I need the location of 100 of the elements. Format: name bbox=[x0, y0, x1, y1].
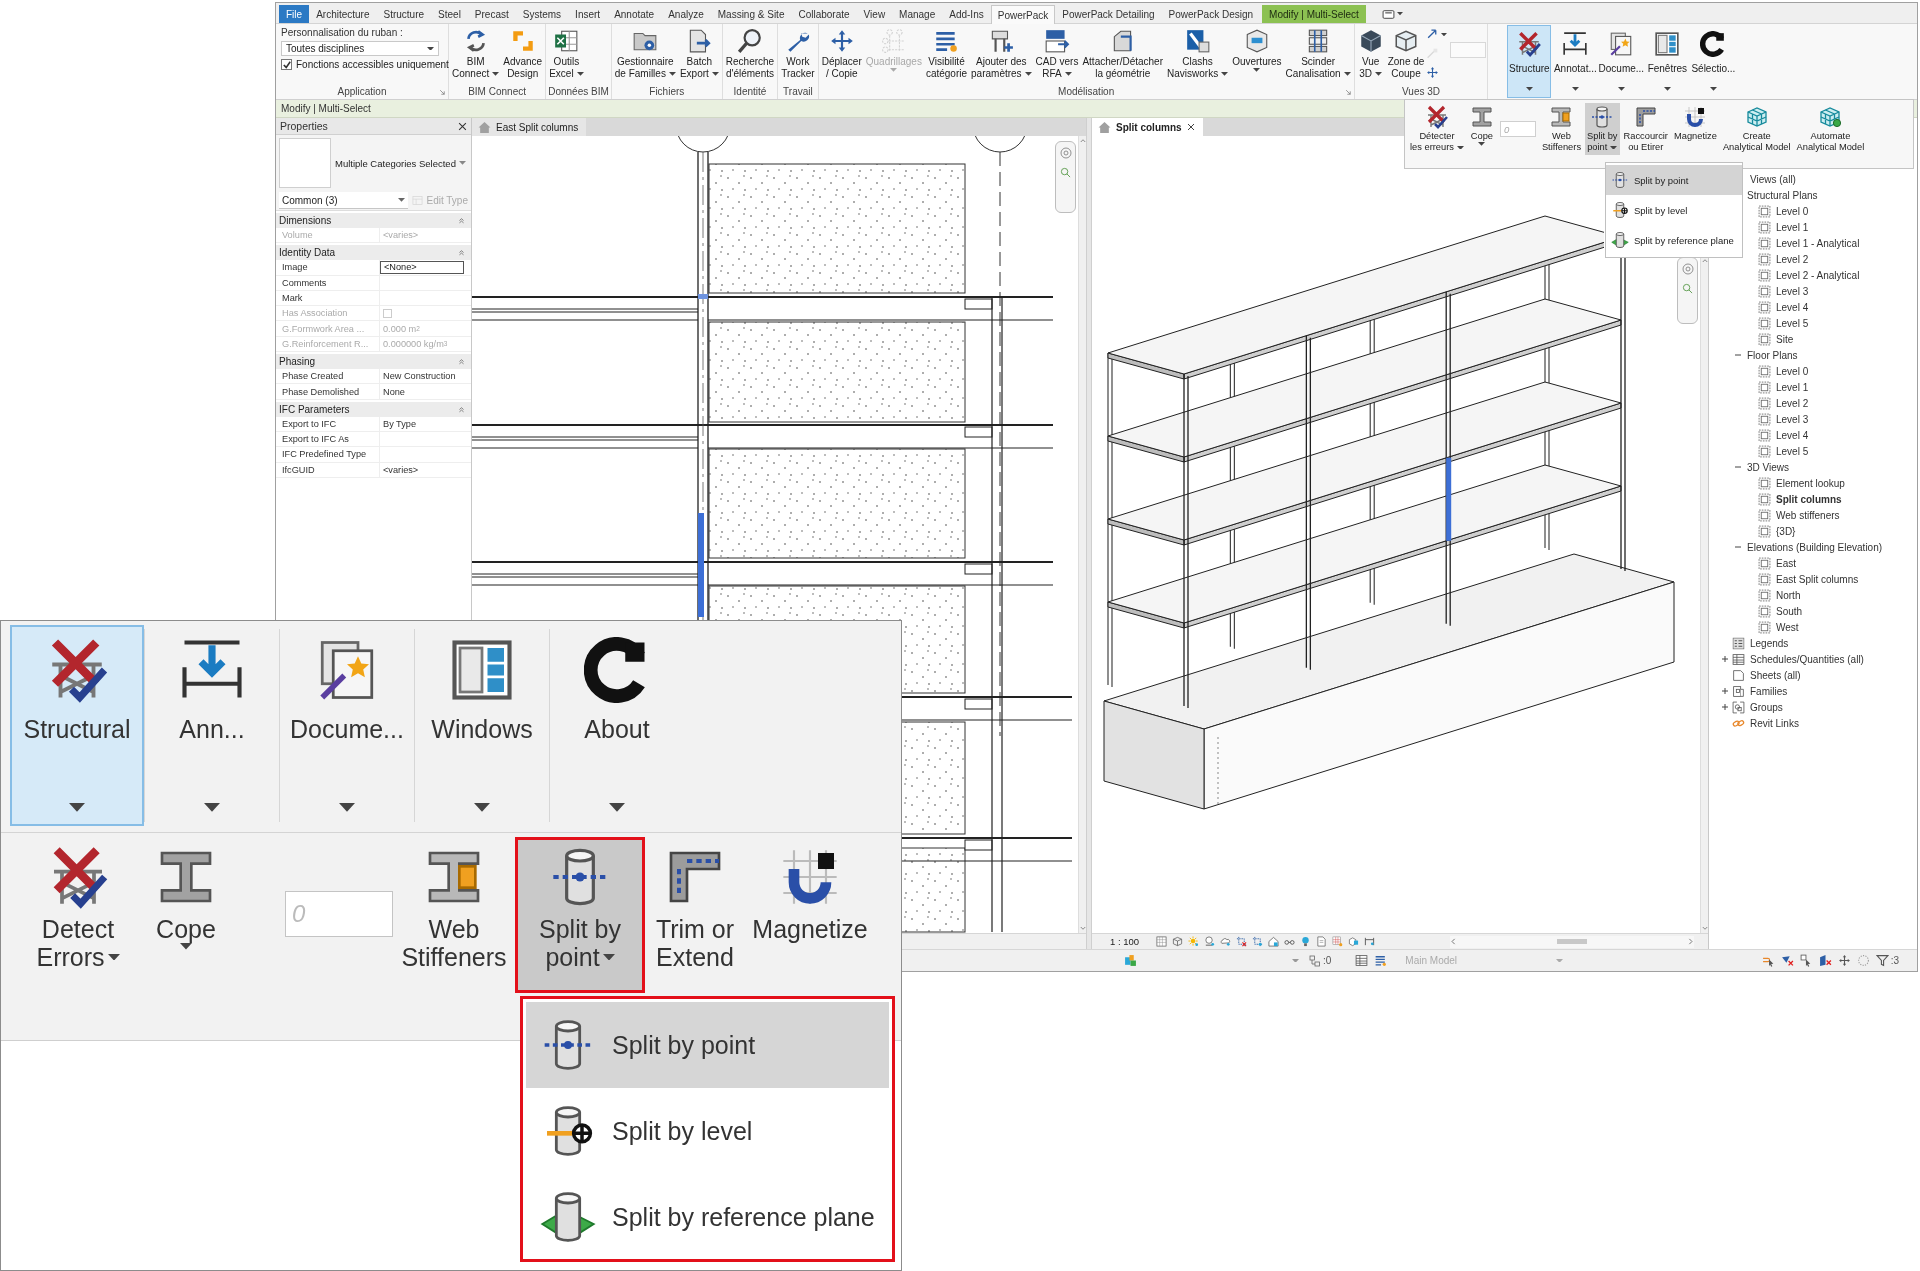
face-x-icon[interactable] bbox=[1818, 954, 1832, 967]
ribbon-button[interactable]: CAD vers RFA bbox=[1033, 26, 1081, 84]
tree-item[interactable]: Sheets (all) bbox=[1750, 669, 1801, 681]
tree-item[interactable]: Level 2 bbox=[1776, 253, 1809, 265]
tree-item[interactable]: Revit Links bbox=[1750, 717, 1799, 729]
ribbon-tab[interactable]: Massing & Site bbox=[710, 5, 792, 23]
ribbon-button[interactable]: Detect Errors bbox=[23, 837, 133, 993]
box-icon[interactable] bbox=[1348, 936, 1360, 947]
tree-item[interactable]: West bbox=[1776, 621, 1799, 633]
dialog-launcher-icon[interactable] bbox=[439, 88, 446, 96]
scroll-right-icon[interactable] bbox=[1687, 938, 1694, 945]
scroll-thumb[interactable] bbox=[1557, 939, 1588, 944]
checkbox-label[interactable]: Fonctions accessibles uniquement bbox=[296, 59, 449, 70]
close-icon[interactable] bbox=[458, 121, 467, 131]
ribbon-tab[interactable]: View bbox=[856, 5, 893, 23]
ribbon-button[interactable]: Trim or Extend bbox=[645, 837, 745, 993]
ribbon-tab[interactable]: PowerPack Design bbox=[1161, 5, 1261, 23]
crop-off-icon[interactable] bbox=[1236, 936, 1248, 947]
dotted-circle-icon[interactable] bbox=[1856, 954, 1870, 967]
ribbon-tab[interactable]: Systems bbox=[515, 5, 569, 23]
menu-item[interactable]: Split by level bbox=[526, 1088, 889, 1174]
document-icon[interactable] bbox=[1316, 936, 1328, 947]
ribbon-button[interactable]: Visibilité catégorie bbox=[923, 26, 970, 84]
ribbon-button[interactable]: Recherche d'éléments bbox=[723, 26, 777, 84]
tree-item[interactable]: East bbox=[1776, 557, 1796, 569]
expand-icon[interactable] bbox=[1721, 703, 1729, 711]
ribbon-button[interactable]: Outils Excel bbox=[547, 26, 586, 84]
wheel-icon[interactable] bbox=[1059, 147, 1072, 159]
cube-icon[interactable] bbox=[1172, 936, 1184, 947]
ribbon-tab[interactable]: Steel bbox=[431, 5, 468, 23]
menu-item[interactable]: Split by reference plane bbox=[526, 1174, 889, 1260]
tree-item[interactable]: Level 5 bbox=[1776, 445, 1809, 457]
move-cursor-icon[interactable] bbox=[1837, 954, 1851, 967]
tree-item[interactable]: Legends bbox=[1750, 637, 1789, 649]
grid-bulb-icon[interactable] bbox=[1332, 936, 1344, 947]
type-selector[interactable]: Multiple Categories Selected bbox=[335, 157, 468, 169]
table-icon[interactable] bbox=[1355, 954, 1369, 967]
collapse-icon[interactable] bbox=[1734, 351, 1742, 359]
tree-item[interactable]: Level 1 bbox=[1776, 381, 1809, 393]
tree-item[interactable]: Element lookup bbox=[1776, 477, 1845, 489]
ribbon-tab[interactable]: Add-Ins bbox=[942, 5, 991, 23]
group-header[interactable]: Phasing bbox=[276, 354, 471, 370]
ribbon-button[interactable]: Gestionnaire de Familles bbox=[612, 26, 678, 84]
tree-item[interactable]: Level 4 bbox=[1776, 301, 1809, 313]
tree-item[interactable]: Level 3 bbox=[1776, 285, 1809, 297]
tree-item[interactable]: Level 4 bbox=[1776, 429, 1809, 441]
ribbon-tab[interactable]: Collaborate bbox=[791, 5, 857, 23]
cloud-icon[interactable] bbox=[1220, 936, 1232, 947]
tree-item[interactable]: North bbox=[1776, 589, 1801, 601]
ribbon-button[interactable]: Annotat... bbox=[1553, 25, 1598, 98]
lamp-icon[interactable] bbox=[1204, 936, 1216, 947]
bracket-icon[interactable] bbox=[1364, 936, 1376, 947]
filter-dropdown[interactable]: Common (3) bbox=[279, 192, 409, 209]
ribbon-button[interactable]: Docume... bbox=[280, 625, 414, 826]
tree-item[interactable]: South bbox=[1776, 605, 1803, 617]
input-field[interactable]: 0 bbox=[1499, 121, 1536, 137]
tree-item[interactable]: Split columns bbox=[1776, 493, 1842, 505]
group-header[interactable]: Identity Data bbox=[276, 245, 471, 261]
filter-icon[interactable] bbox=[1875, 954, 1889, 967]
group-header[interactable]: IFC Parameters bbox=[276, 401, 471, 417]
tree-item[interactable]: Level 2 - Analytical bbox=[1776, 269, 1860, 281]
tree-item[interactable]: Level 1 - Analytical bbox=[1776, 237, 1860, 249]
ribbon-button[interactable]: Batch Export bbox=[677, 26, 721, 84]
tree-item[interactable]: Families bbox=[1750, 685, 1788, 697]
group-header[interactable]: Dimensions bbox=[276, 213, 471, 228]
ribbon-button[interactable]: Split by point bbox=[1585, 103, 1620, 155]
hatch-icon[interactable] bbox=[1156, 936, 1168, 947]
ribbon-button[interactable]: Ajouter des paramètres bbox=[969, 26, 1034, 84]
scrollbar[interactable] bbox=[1078, 136, 1086, 933]
tree-item[interactable]: Web stiffeners bbox=[1776, 509, 1840, 521]
ribbon-button[interactable]: Cope bbox=[133, 837, 239, 993]
shapes-icon[interactable] bbox=[1124, 954, 1137, 967]
ribbon-button[interactable]: Ouvertures bbox=[1230, 26, 1284, 84]
scroll-down-icon[interactable] bbox=[1701, 925, 1708, 931]
tree-item[interactable]: Level 3 bbox=[1776, 413, 1809, 425]
ribbon-tab[interactable]: Annotate bbox=[607, 5, 662, 23]
ribbon-button[interactable]: Windows bbox=[415, 625, 549, 826]
tree-item[interactable]: Level 5 bbox=[1776, 317, 1809, 329]
ribbon-button[interactable]: BIM Connect bbox=[450, 26, 502, 84]
tree-item[interactable]: Level 2 bbox=[1776, 397, 1809, 409]
ribbon-button[interactable]: Split by point bbox=[515, 837, 645, 993]
tree-item[interactable]: Floor Plans bbox=[1747, 349, 1798, 361]
ribbon-button[interactable]: Advance Design bbox=[501, 26, 545, 84]
scrollbar[interactable] bbox=[1450, 935, 1694, 948]
tree-item[interactable]: Schedules/Quantities (all) bbox=[1750, 653, 1864, 665]
tree-item[interactable]: {3D} bbox=[1776, 525, 1796, 537]
document-tab[interactable]: East Split columns bbox=[472, 118, 587, 136]
ribbon-tab[interactable]: Analyze bbox=[661, 5, 711, 23]
list-icon[interactable] bbox=[1374, 954, 1388, 967]
ribbon-button[interactable]: Fenêtres bbox=[1645, 25, 1690, 98]
ribbon-tab[interactable]: File bbox=[279, 5, 310, 23]
property-field[interactable]: <None> bbox=[380, 261, 464, 274]
tree-item[interactable]: Views (all) bbox=[1750, 173, 1796, 185]
ribbon-button[interactable]: Magnetize bbox=[745, 837, 875, 993]
expand-icon[interactable] bbox=[1721, 655, 1729, 663]
wheel-icon[interactable] bbox=[1681, 263, 1694, 275]
tree-item[interactable]: Elevations (Building Elevation) bbox=[1747, 541, 1883, 553]
bulb-icon[interactable] bbox=[1300, 936, 1312, 947]
menu-item[interactable]: Split by point bbox=[526, 1002, 889, 1088]
move-icon[interactable] bbox=[1426, 66, 1440, 79]
